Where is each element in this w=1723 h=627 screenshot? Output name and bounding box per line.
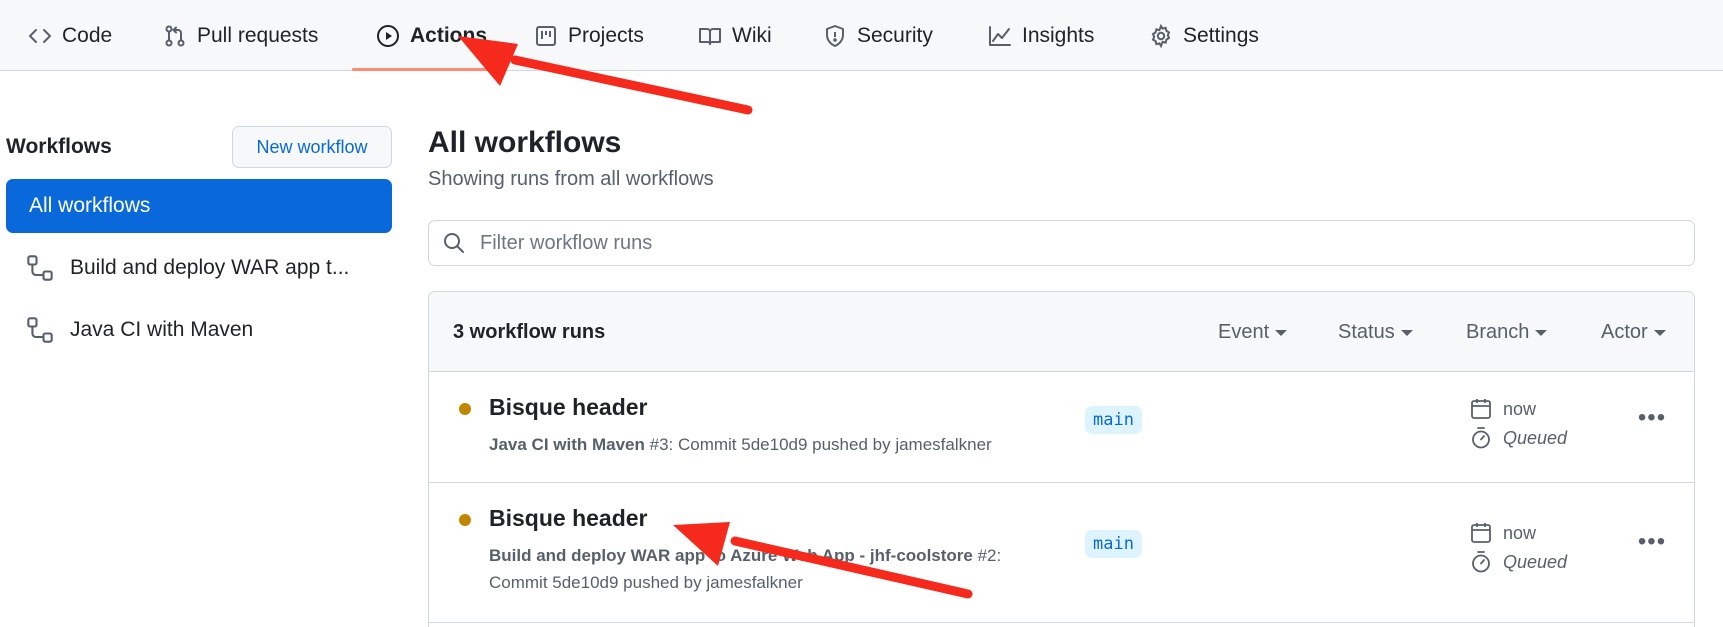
run-time-text: now (1503, 398, 1537, 419)
sidebar-item-all-workflows[interactable]: All workflows (6, 179, 392, 233)
queued-status-icon (459, 514, 471, 526)
workflow-icon (26, 254, 54, 282)
dropdown-label: Actor (1601, 321, 1648, 343)
tab-label: Wiki (732, 23, 772, 47)
runs-list-header: 3 workflow runs Event Status Branch Acto… (429, 292, 1694, 372)
workflow-run-row[interactable]: Bisque header Java CI with Maven #3: Com… (429, 372, 1694, 483)
branch-label[interactable]: main (1085, 406, 1142, 434)
dropdown-label: Status (1338, 321, 1395, 343)
filter-runs-input[interactable] (480, 231, 1630, 255)
dropdown-label: Event (1218, 321, 1270, 343)
tab-settings[interactable]: Settings (1149, 0, 1259, 71)
gear-icon (1149, 23, 1173, 48)
run-meta-rest: #3: Commit 5de10d9 pushed by jamesfalkne… (644, 435, 992, 454)
branch-label[interactable]: main (1085, 530, 1142, 558)
page-subtitle: Showing runs from all workflows (428, 168, 714, 190)
new-workflow-button[interactable]: New workflow (232, 126, 392, 168)
run-status-text: Queued (1503, 551, 1568, 572)
workflow-runs-list: 3 workflow runs Event Status Branch Acto… (428, 291, 1695, 627)
caret-down-icon (1535, 329, 1548, 336)
caret-down-icon (1653, 329, 1666, 336)
sidebar-item-label: All workflows (29, 194, 151, 217)
run-title[interactable]: Bisque header (489, 394, 648, 421)
tab-wiki[interactable]: Wiki (698, 0, 772, 71)
tab-security[interactable]: Security (823, 0, 933, 71)
shield-icon (823, 24, 847, 48)
tab-projects[interactable]: Projects (534, 0, 644, 71)
tab-label: Pull requests (197, 23, 319, 47)
workflows-heading: Workflows (6, 135, 112, 158)
run-title[interactable]: Bisque header (489, 505, 648, 532)
event-filter-dropdown[interactable]: Event (1218, 321, 1288, 344)
run-meta: Java CI with Maven #3: Commit 5de10d9 pu… (489, 431, 992, 458)
code-icon (28, 24, 52, 48)
run-time: now (1469, 397, 1536, 421)
active-tab-underline (352, 68, 499, 71)
run-meta-line2: Commit 5de10d9 pushed by jamesfalkner (489, 573, 803, 592)
stopwatch-icon (1469, 550, 1493, 574)
run-time: now (1469, 521, 1536, 545)
tab-insights[interactable]: Insights (988, 0, 1094, 71)
run-meta: Build and deploy WAR app to Azure Web Ap… (489, 542, 1001, 596)
queued-status-icon (459, 403, 471, 415)
sidebar-item-label: Build and deploy WAR app t... (70, 256, 350, 279)
calendar-icon (1469, 397, 1493, 421)
repo-nav: Code Pull requests Actions Projects Wiki… (0, 0, 1723, 71)
run-time-text: now (1503, 522, 1537, 543)
workflow-run-row[interactable]: Bisque header Build and deploy WAR app t… (429, 483, 1694, 623)
run-status: Queued (1469, 426, 1567, 450)
stopwatch-icon (1469, 426, 1493, 450)
runs-count: 3 workflow runs (453, 321, 606, 343)
tab-label: Code (62, 23, 113, 47)
sidebar-item-java-ci[interactable]: Java CI with Maven (6, 303, 392, 357)
tab-pull-requests[interactable]: Pull requests (163, 0, 318, 71)
actor-filter-dropdown[interactable]: Actor (1601, 321, 1666, 344)
run-workflow-name: Java CI with Maven (489, 435, 645, 454)
tab-label: Projects (568, 23, 644, 47)
tab-actions[interactable]: Actions (376, 0, 487, 71)
run-meta-rest: #2: (972, 546, 1002, 565)
project-icon (534, 24, 558, 48)
workflow-icon (26, 316, 54, 344)
sidebar-item-build-deploy[interactable]: Build and deploy WAR app t... (6, 241, 392, 295)
run-status: Queued (1469, 550, 1567, 574)
search-icon (442, 231, 466, 255)
run-workflow-name: Build and deploy WAR app to Azure Web Ap… (489, 546, 973, 565)
tab-code[interactable]: Code (28, 0, 112, 71)
tab-label: Actions (410, 23, 488, 47)
caret-down-icon (1400, 329, 1413, 336)
sidebar-item-label: Java CI with Maven (70, 318, 254, 341)
filter-runs-field (428, 220, 1695, 266)
run-status-text: Queued (1503, 427, 1568, 448)
play-icon (376, 24, 400, 48)
tab-label: Settings (1183, 23, 1259, 47)
book-icon (698, 24, 722, 48)
status-filter-dropdown[interactable]: Status (1338, 321, 1413, 344)
calendar-icon (1469, 521, 1493, 545)
pull-request-icon (163, 24, 187, 48)
graph-icon (988, 24, 1012, 48)
tab-label: Security (857, 23, 933, 47)
tab-label: Insights (1022, 23, 1095, 47)
branch-filter-dropdown[interactable]: Branch (1466, 321, 1548, 344)
more-options-icon[interactable]: ••• (1636, 402, 1668, 434)
dropdown-label: Branch (1466, 321, 1530, 343)
caret-down-icon (1275, 329, 1288, 336)
page-title: All workflows (428, 126, 622, 159)
more-options-icon[interactable]: ••• (1636, 526, 1668, 558)
